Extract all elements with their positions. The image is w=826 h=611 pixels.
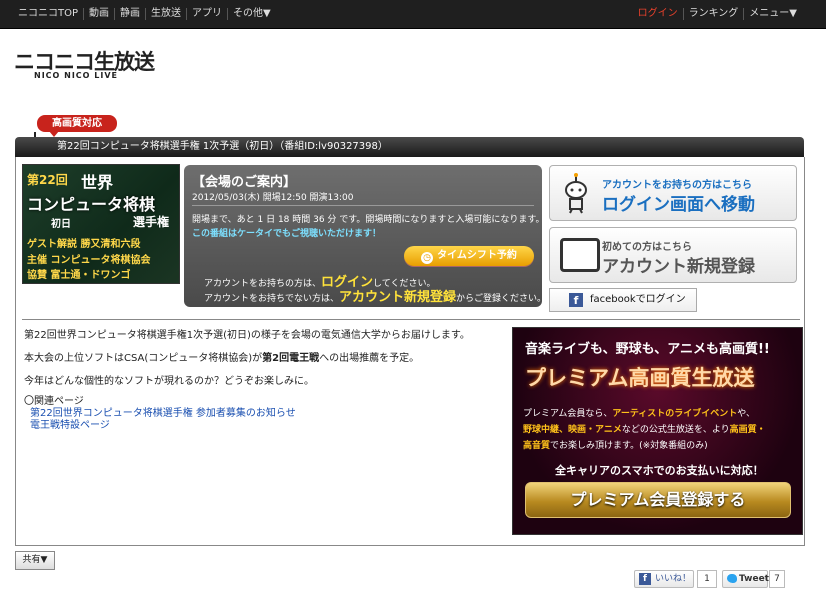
logo-subtext: NICO NICO LIVE [34, 71, 118, 80]
ad-headline: 音楽ライブも、野球も、アニメも高画質!! [525, 342, 770, 357]
nav-ranking-link[interactable]: ランキング [684, 8, 745, 20]
niconico-robot-icon [565, 173, 587, 214]
tweet-button[interactable]: Tweet [722, 570, 769, 588]
venue-datetime: 2012/05/03(木) 開場12:50 開演13:00 [192, 193, 354, 203]
notice-text: からご登録ください。 [456, 294, 547, 304]
thumb-line: ゲスト解説 勝又清和六段 [27, 239, 141, 250]
divider [192, 205, 534, 206]
ad-text-part: プレミアム会員なら、 [523, 409, 613, 419]
ad-text-highlight: 高画質・ [729, 425, 766, 435]
venue-mobile-notice: この番組はケータイでもご視聴いただけます！ [192, 229, 382, 239]
thumb-line: 選手権 [133, 215, 170, 229]
account-register-notice: アカウントをお持ちでない方は、アカウント新規登録からご登録ください。 [204, 286, 546, 305]
register-account-button[interactable]: 初めての方はこちら アカウント新規登録 [549, 227, 797, 283]
facebook-icon: f [639, 573, 651, 585]
thumb-line: 第22回 [27, 173, 68, 187]
register-button-caption: 初めての方はこちら [602, 242, 692, 253]
premium-register-button[interactable]: プレミアム会員登録する [525, 482, 791, 518]
niconico-live-logo[interactable]: ニコニコ生放送 NICO NICO LIVE [14, 46, 155, 86]
timeshift-label: タイムシフト予約 [437, 250, 517, 261]
like-label: いいね！ [655, 574, 692, 584]
ad-text-part: や、 [737, 409, 756, 419]
clock-icon: ◷ [421, 252, 434, 264]
nav-video[interactable]: 動画 [84, 8, 116, 20]
venue-heading: 【会場のご案内】 [192, 175, 297, 190]
ad-text: 野球中継、映画・アニメなどの公式生放送を、より高画質・ [523, 422, 766, 435]
facebook-login-label: facebookでログイン [590, 294, 686, 305]
user-nav: ログイン ランキング メニュー▼ [633, 0, 802, 28]
related-link-denousen[interactable]: 電王戦特設ページ [30, 416, 110, 431]
ad-title: プレミアム高画質生放送 [525, 366, 755, 390]
thumb-line: 初日 [51, 219, 71, 230]
ad-text: プレミアム会員なら、アーティストのライブイベントや、 [523, 406, 755, 419]
program-thumbnail: 第22回 世界 コンピュータ将棋 初日 選手権 ゲスト解説 勝又清和六段 主催 … [22, 164, 180, 284]
hq-support-badge: 高画質対応 [37, 115, 117, 137]
tv-icon [560, 238, 600, 272]
share-dropdown-button[interactable]: 共有▼ [15, 551, 55, 570]
nav-nicovideo-top[interactable]: ニコニコTOP [14, 8, 85, 20]
nav-menu-dropdown[interactable]: メニュー▼ [744, 8, 802, 20]
tweet-count: 7 [769, 570, 785, 588]
thumb-line: 主催 コンピュータ将棋協会 [27, 255, 151, 266]
description-bold-text: 第2回電王戦 [262, 353, 320, 364]
nav-seiga[interactable]: 静画 [115, 8, 147, 20]
nav-live[interactable]: 生放送 [146, 8, 188, 20]
facebook-like-button[interactable]: f いいね！ [634, 570, 694, 588]
twitter-bird-icon [727, 574, 737, 583]
divider [22, 319, 800, 320]
venue-countdown: 開場まで、あと 1 日 18 時間 36 分 です。開場時間になりますと入場可能… [192, 215, 545, 225]
ad-carrier-notice: 全キャリアのスマホでのお支払いに対応！ [555, 464, 764, 477]
description-line: 今年はどんな個性的なソフトが現れるのか？どうぞお楽しみに。 [24, 376, 314, 387]
facebook-icon: f [569, 293, 583, 307]
ad-text-part: などの公式生放送を、より [621, 425, 730, 435]
program-title-bar: 第22回コンピュータ将棋選手権 1次予選（初日）（番組ID:lv90327398… [15, 137, 804, 157]
nav-other-dropdown[interactable]: その他▼ [228, 8, 276, 20]
nav-login-link[interactable]: ログイン [633, 8, 684, 20]
thumb-line: 世界 [81, 173, 114, 192]
ad-text-part: でお楽しみ頂けます。(※対象番組のみ) [550, 441, 708, 451]
premium-ad-banner[interactable]: 音楽ライブも、野球も、アニメも高画質!! プレミアム高画質生放送 プレミアム会員… [512, 327, 803, 535]
thumb-line: コンピュータ将棋 [27, 195, 156, 214]
register-button-label: アカウント新規登録 [602, 257, 755, 277]
login-screen-button[interactable]: アカウントをお持ちの方はこちら ログイン画面へ移動 [549, 165, 797, 221]
notice-text: アカウントをお持ちでない方は、 [204, 294, 340, 304]
nav-app[interactable]: アプリ [187, 8, 229, 20]
ad-text: 高音質でお楽しみ頂けます。(※対象番組のみ) [523, 438, 708, 451]
login-button-label: ログイン画面へ移動 [602, 195, 755, 215]
ad-text-highlight: 野球中継、映画・アニメ [523, 425, 622, 435]
description-text: 本大会の上位ソフトはCSA(コンピュータ将棋協会)が [24, 353, 263, 364]
description-line: 第22回世界コンピュータ将棋選手権1次予選(初日)の様子を会場の電気通信大学から… [24, 330, 470, 341]
ad-text-highlight: アーティストのライブイベント [612, 409, 738, 419]
global-nav: ニコニコTOP 動画 静画 生放送 アプリ その他▼ [14, 0, 276, 28]
facebook-login-button[interactable]: f facebookでログイン [549, 288, 697, 312]
inline-register-link[interactable]: アカウント新規登録 [339, 290, 456, 305]
thumb-line: 協賛 富士通・ドワンゴ [27, 270, 131, 281]
timeshift-reserve-button[interactable]: ◷ タイムシフト予約 [404, 246, 534, 266]
description-line: 本大会の上位ソフトはCSA(コンピュータ将棋協会)が第2回電王戦への出場推薦を予… [24, 349, 419, 364]
top-navigation-bar: ニコニコTOP 動画 静画 生放送 アプリ その他▼ ログイン ランキング メニ… [0, 0, 826, 29]
program-title: 第22回コンピュータ将棋選手権 1次予選（初日）（番組ID:lv90327398… [57, 141, 388, 152]
login-button-caption: アカウントをお持ちの方はこちら [602, 180, 752, 191]
like-count: 1 [697, 570, 717, 588]
ad-text-highlight: 高音質 [523, 441, 551, 451]
description-text: への出場推薦を予定。 [319, 353, 420, 364]
venue-info-panel: 【会場のご案内】 2012/05/03(木) 開場12:50 開演13:00 開… [184, 165, 546, 307]
tweet-label: Tweet [739, 574, 769, 584]
